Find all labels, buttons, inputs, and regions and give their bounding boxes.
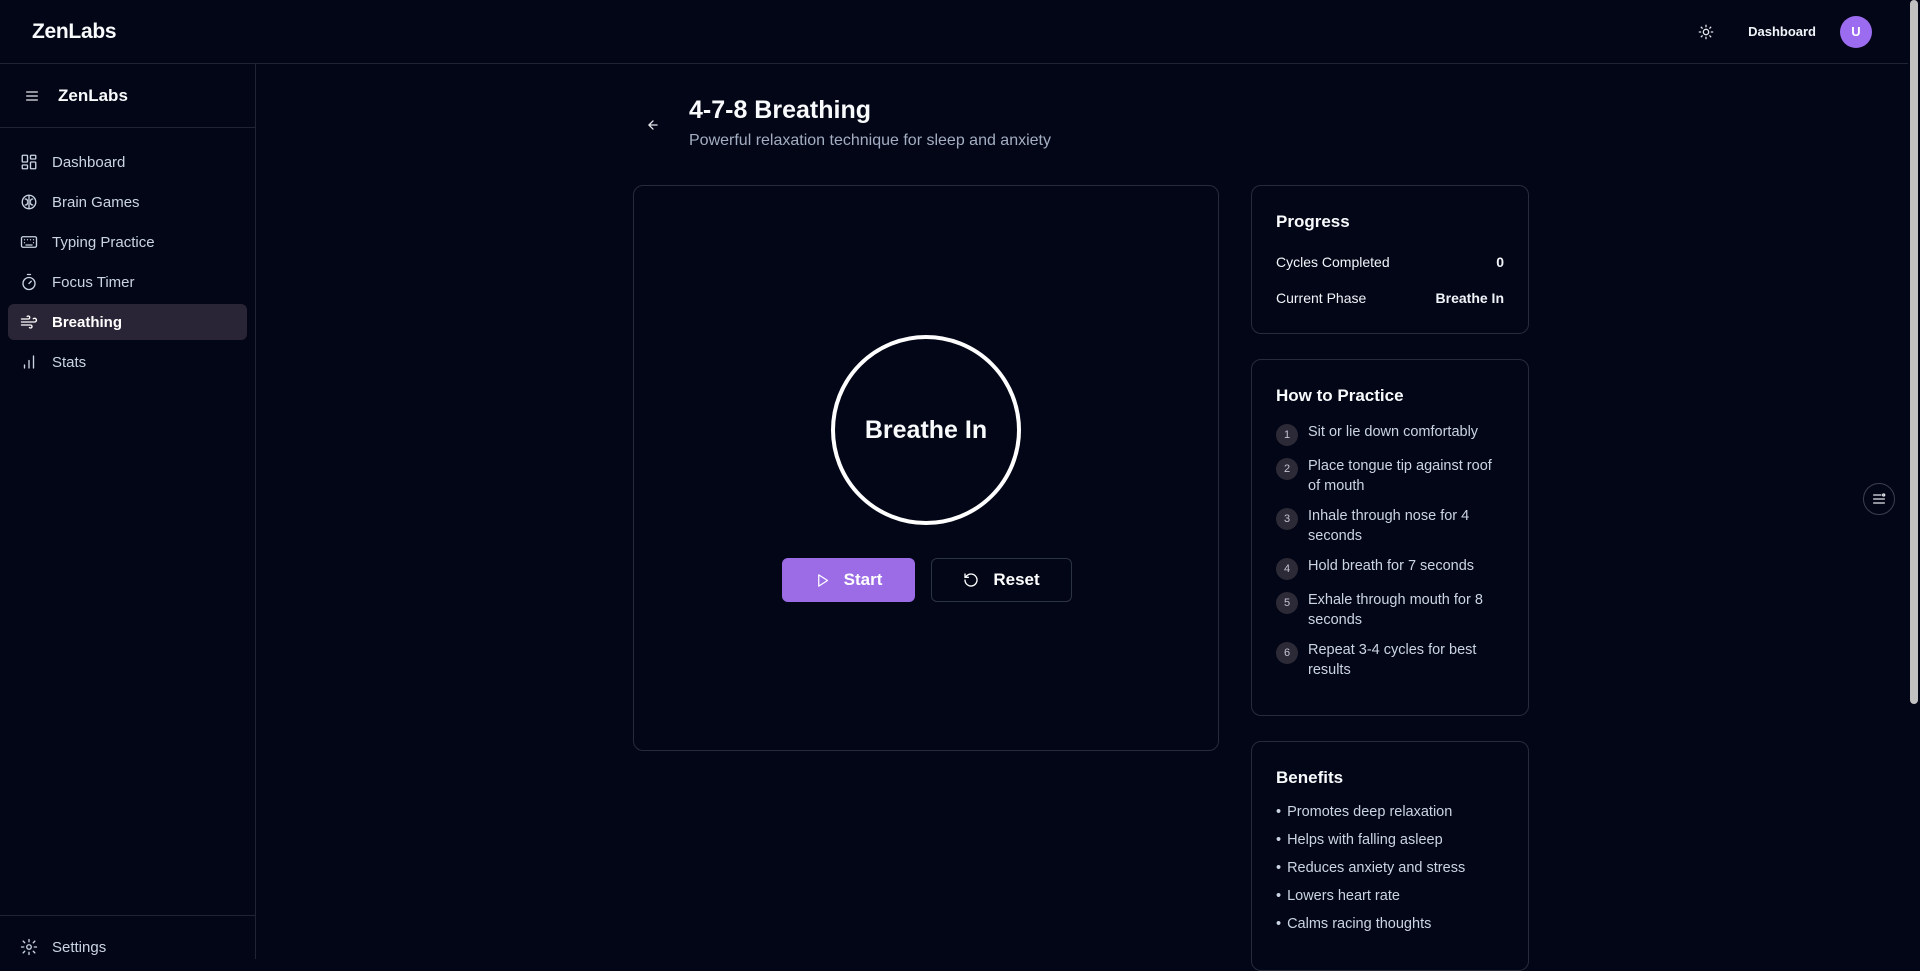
cycles-completed-row: Cycles Completed 0 bbox=[1276, 244, 1504, 280]
how-to-practice-card: How to Practice 1 Sit or lie down comfor… bbox=[1251, 359, 1529, 716]
practice-title: How to Practice bbox=[1276, 386, 1404, 405]
cycles-value: 0 bbox=[1496, 254, 1504, 270]
user-avatar[interactable]: U bbox=[1840, 15, 1872, 48]
timer-icon bbox=[22, 273, 36, 291]
scrollbar-thumb[interactable] bbox=[1910, 0, 1918, 704]
play-icon bbox=[817, 573, 828, 587]
benefit-text: Calms racing thoughts bbox=[1287, 916, 1432, 932]
sidebar-item-typing-practice[interactable]: Typing Practice bbox=[8, 224, 247, 260]
sidebar-item-breathing[interactable]: Breathing bbox=[8, 304, 247, 340]
progress-card: Progress Cycles Completed 0 Current Phas… bbox=[1251, 185, 1529, 334]
benefit-text: Helps with falling asleep bbox=[1287, 832, 1443, 848]
sidebar-item-label: Stats bbox=[52, 353, 87, 371]
arrow-left-icon bbox=[648, 120, 658, 130]
phase-text: Breathe In bbox=[864, 415, 988, 444]
sidebar-brand: ZenLabs bbox=[58, 85, 128, 105]
benefits-card: Benefits • Promotes deep relaxation • Help… bbox=[1251, 741, 1529, 971]
bullet: • bbox=[1276, 916, 1282, 932]
sidebar-item-label: Typing Practice bbox=[52, 233, 155, 251]
bullet: • bbox=[1276, 804, 1282, 820]
sidebar-item-label: Brain Games bbox=[52, 193, 140, 211]
sidebar-item-stats[interactable]: Stats bbox=[8, 344, 247, 380]
sidebar: ZenLabs Dashboard Brain Games Typing Pra… bbox=[0, 64, 256, 959]
phase-label: Current Phase bbox=[1276, 290, 1367, 306]
step-text: Inhale through nose for 4 seconds bbox=[1308, 508, 1470, 544]
theme-toggle-button[interactable] bbox=[1688, 14, 1724, 50]
bullet: • bbox=[1276, 860, 1282, 876]
progress-title: Progress bbox=[1276, 212, 1350, 231]
list-item: 6 Repeat 3-4 cycles for best results bbox=[1276, 640, 1504, 680]
cycles-label: Cycles Completed bbox=[1276, 254, 1390, 270]
settings-label: Settings bbox=[52, 938, 107, 956]
list-item: 5 Exhale through mouth for 8 seconds bbox=[1276, 590, 1504, 630]
brain-icon bbox=[21, 194, 37, 210]
list-item: • Calms racing thoughts bbox=[1276, 916, 1504, 936]
sidebar-item-dashboard[interactable]: Dashboard bbox=[8, 144, 247, 180]
page-subtitle: Powerful relaxation technique for sleep … bbox=[689, 132, 1051, 149]
sidebar-footer: Settings bbox=[0, 915, 255, 959]
step-number: 2 bbox=[1276, 458, 1298, 480]
grid-icon bbox=[21, 154, 37, 170]
top-header: ZenLabs Dashboard U bbox=[0, 0, 1908, 64]
reset-button-label: Reset bbox=[993, 570, 1040, 589]
page-title: 4-7-8 Breathing bbox=[689, 96, 871, 124]
back-button[interactable] bbox=[640, 112, 666, 138]
start-button[interactable]: Start bbox=[782, 558, 915, 602]
step-text: Sit or lie down comfortably bbox=[1308, 424, 1479, 440]
benefit-text: Lowers heart rate bbox=[1287, 888, 1400, 904]
sun-icon bbox=[1698, 24, 1714, 39]
start-button-label: Start bbox=[843, 570, 883, 589]
brand-logo[interactable]: ZenLabs bbox=[32, 20, 117, 44]
list-item: • Helps with falling asleep bbox=[1276, 832, 1504, 852]
sidebar-item-focus-timer[interactable]: Focus Timer bbox=[8, 264, 247, 300]
list-item: • Promotes deep relaxation bbox=[1276, 804, 1504, 824]
list-item: 2 Place tongue tip against roof of mouth bbox=[1276, 456, 1504, 496]
list-item: 1 Sit or lie down comfortably bbox=[1276, 422, 1504, 446]
sidebar-header: ZenLabs bbox=[0, 64, 255, 128]
page-scrollbar[interactable] bbox=[1908, 0, 1920, 959]
reset-button[interactable]: Reset bbox=[931, 558, 1072, 602]
practice-steps: 1 Sit or lie down comfortably 2 Place to… bbox=[1276, 422, 1504, 680]
step-text: Place tongue tip against roof of mouth bbox=[1308, 458, 1492, 494]
benefit-text: Promotes deep relaxation bbox=[1287, 804, 1453, 820]
sidebar-item-label: Focus Timer bbox=[52, 273, 135, 291]
breathing-circle: Breathe In bbox=[831, 335, 1021, 525]
step-number: 3 bbox=[1276, 508, 1298, 530]
sidebar-item-label: Breathing bbox=[52, 313, 123, 331]
sidebar-item-label: Dashboard bbox=[52, 153, 126, 171]
bullet: • bbox=[1276, 888, 1282, 904]
phase-value: Breathe In bbox=[1435, 290, 1504, 306]
keyboard-icon bbox=[20, 236, 38, 248]
list-settings-icon bbox=[1873, 493, 1886, 504]
step-number: 4 bbox=[1276, 558, 1298, 580]
step-text: Hold breath for 7 seconds bbox=[1308, 558, 1475, 574]
benefit-text: Reduces anxiety and stress bbox=[1287, 860, 1466, 876]
list-item: 3 Inhale through nose for 4 seconds bbox=[1276, 506, 1504, 546]
wind-icon bbox=[20, 315, 38, 329]
benefits-list: • Promotes deep relaxation • Helps with fa… bbox=[1276, 804, 1504, 936]
step-text: Repeat 3-4 cycles for best results bbox=[1308, 642, 1477, 678]
breathing-exercise-card: Breathe In Start Reset bbox=[633, 185, 1219, 751]
sidebar-nav: Dashboard Brain Games Typing Practice Fo… bbox=[0, 128, 255, 396]
step-number: 5 bbox=[1276, 592, 1298, 614]
step-number: 1 bbox=[1276, 424, 1298, 446]
sidebar-item-brain-games[interactable]: Brain Games bbox=[8, 184, 247, 220]
bar-chart-icon bbox=[23, 355, 35, 369]
header-actions: Dashboard U bbox=[1688, 14, 1872, 50]
step-number: 6 bbox=[1276, 642, 1298, 664]
step-text: Exhale through mouth for 8 seconds bbox=[1308, 592, 1483, 628]
bullet: • bbox=[1276, 832, 1282, 848]
benefits-title: Benefits bbox=[1276, 768, 1344, 787]
list-item: • Lowers heart rate bbox=[1276, 888, 1504, 908]
current-phase-row: Current Phase Breathe In bbox=[1276, 280, 1504, 316]
floating-menu-button[interactable] bbox=[1863, 483, 1895, 515]
gear-icon bbox=[20, 938, 38, 956]
settings-link[interactable]: Settings bbox=[20, 915, 106, 959]
dashboard-link[interactable]: Dashboard bbox=[1748, 24, 1816, 39]
list-item: • Reduces anxiety and stress bbox=[1276, 860, 1504, 880]
reset-icon bbox=[964, 573, 978, 587]
list-item: 4 Hold breath for 7 seconds bbox=[1276, 556, 1504, 580]
menu-icon[interactable] bbox=[24, 88, 40, 104]
